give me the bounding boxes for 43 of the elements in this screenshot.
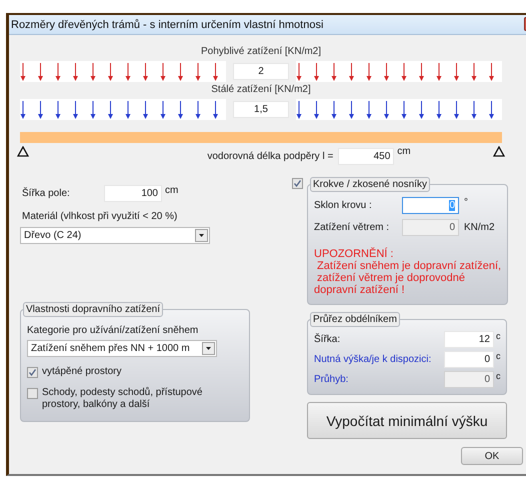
group-title: Krokve / zkosené nosníky xyxy=(310,177,430,192)
load-field[interactable]: 1,5 xyxy=(233,101,289,118)
input-field[interactable]: 0 xyxy=(444,351,494,368)
warning-title: UPOZORNĚNÍ : xyxy=(314,248,394,260)
ok-button[interactable]: OK xyxy=(461,447,523,465)
load-label: Stálé zatížení [KN/m2] xyxy=(210,83,312,96)
input-field[interactable]: 12 xyxy=(444,331,494,348)
field-label: Zatížení větrem : xyxy=(314,222,390,234)
calculate-button[interactable]: Vypočítat minimální výšku xyxy=(307,402,507,439)
span-field[interactable]: 450 xyxy=(338,148,394,165)
unit-label: cm xyxy=(165,185,178,196)
unit-label: KN/m2 xyxy=(464,222,495,233)
unit-label: ° xyxy=(464,197,468,208)
warning-text: dopravní zatížení ! xyxy=(314,284,406,296)
field-label: Sklon krovu : xyxy=(314,200,373,212)
checkbox[interactable] xyxy=(27,367,38,378)
checkbox-label: vytápěné prostory xyxy=(42,366,122,378)
field-label: Šířka: xyxy=(314,334,342,346)
material-dropdown[interactable]: Dřevo (C 24) xyxy=(20,227,210,244)
checkbox[interactable] xyxy=(292,178,303,189)
load-field[interactable]: 2 xyxy=(233,63,289,80)
category-label: Kategorie pro užívání/zatížení sněhem xyxy=(27,325,200,337)
checkbox-label: Schody, podesty schodů, přístupové prostory, balkóny a další xyxy=(42,387,204,411)
field-label: Průhyb: xyxy=(314,374,350,386)
warning-text: Zatížení sněhem je dopravní zatížení, xyxy=(316,260,502,272)
unit-label: c xyxy=(496,331,502,341)
field-label: Nutná výška/je k dispozici: xyxy=(314,354,432,366)
unit-label: cm xyxy=(397,146,411,157)
material-label: Materiál (vlhkost při využití < 20 %) xyxy=(22,211,178,223)
field-width-label: Šířka pole: xyxy=(22,188,71,200)
group-title: Průřez obdélníkem xyxy=(310,312,400,327)
window-title: Rozměry dřevěných trámů - s interním určením vlastní hmotnosi xyxy=(11,18,324,30)
checkbox[interactable] xyxy=(27,388,38,399)
group-title: Vlastnosti dopravního zatížení xyxy=(23,302,163,317)
support-icon xyxy=(492,146,505,157)
unit-label: c xyxy=(496,371,502,381)
support-icon xyxy=(17,146,29,157)
span-label: vodorovná délka podpěry l = xyxy=(207,150,334,162)
field-width-field[interactable]: 100 xyxy=(104,185,162,202)
warning-text: zatížení větrem je doprovodné xyxy=(316,272,466,284)
load-label: Pohyblivé zatížení [KN/m2] xyxy=(200,45,322,58)
category-dropdown[interactable]: Zatížení sněhem přes NN + 1000 m xyxy=(27,340,217,357)
unit-label: c xyxy=(496,351,502,361)
